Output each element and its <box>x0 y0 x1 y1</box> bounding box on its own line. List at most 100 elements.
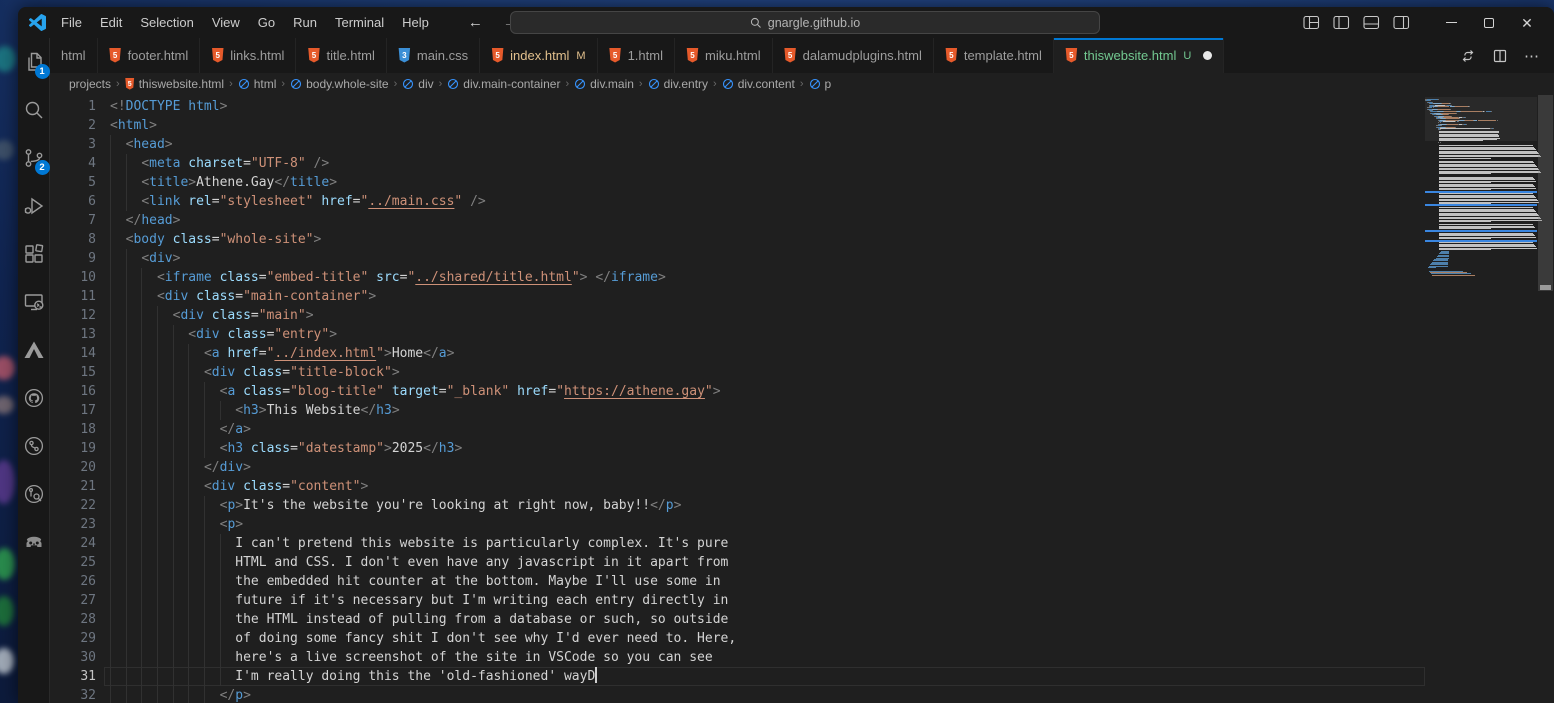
code-line-24[interactable]: 24I can't pretend this website is partic… <box>50 534 1425 553</box>
maximize-button[interactable] <box>1470 7 1508 38</box>
tab-footer.html[interactable]: 5footer.html <box>98 38 201 73</box>
code-line-27[interactable]: 27future if it's necessary but I'm writi… <box>50 591 1425 610</box>
breadcrumb-item-thiswebsite.html[interactable]: 5thiswebsite.html <box>124 77 225 91</box>
breadcrumb-item-div[interactable]: div <box>401 77 434 91</box>
activity-gitlens[interactable] <box>18 470 50 518</box>
minimize-button[interactable] <box>1432 7 1470 38</box>
activity-explorer[interactable]: 1 <box>18 38 50 86</box>
toggle-primary-sidebar-icon[interactable] <box>1333 15 1350 30</box>
breadcrumb-item-div.entry[interactable]: div.entry <box>647 77 709 91</box>
activity-a-extension[interactable] <box>18 326 50 374</box>
menu-view[interactable]: View <box>203 7 249 38</box>
menu-file[interactable]: File <box>52 7 91 38</box>
minimap[interactable] <box>1425 97 1537 703</box>
line-number: 23 <box>50 515 96 534</box>
code-line-5[interactable]: 5<title>Athene.Gay</title> <box>50 173 1425 192</box>
tab-main.css[interactable]: 3main.css <box>387 38 480 73</box>
tab-label: template.html <box>964 48 1042 63</box>
code-line-26[interactable]: 26the embedded hit counter at the bottom… <box>50 572 1425 591</box>
tab-links.html[interactable]: 5links.html <box>200 38 296 73</box>
line-number: 20 <box>50 458 96 477</box>
line-number: 6 <box>50 192 96 211</box>
breadcrumb-item-body.whole-site[interactable]: body.whole-site <box>289 77 390 91</box>
code-line-23[interactable]: 23<p> <box>50 515 1425 534</box>
line-number: 18 <box>50 420 96 439</box>
code-line-25[interactable]: 25HTML and CSS. I don't even have any ja… <box>50 553 1425 572</box>
back-arrow-icon[interactable]: ← <box>468 14 483 31</box>
code-line-1[interactable]: 1<!DOCTYPE html> <box>50 97 1425 116</box>
desktop-blob <box>0 140 14 160</box>
tab-html[interactable]: html <box>50 38 98 73</box>
code-line-12[interactable]: 12<div class="main"> <box>50 306 1425 325</box>
code-line-30[interactable]: 30here's a live screenshot of the site i… <box>50 648 1425 667</box>
vertical-scrollbar[interactable] <box>1537 95 1554 703</box>
code-line-6[interactable]: 6<link rel="stylesheet" href="../main.cs… <box>50 192 1425 211</box>
toggle-secondary-sidebar-icon[interactable] <box>1393 15 1410 30</box>
line-number: 14 <box>50 344 96 363</box>
code-line-9[interactable]: 9<div> <box>50 249 1425 268</box>
tab-template.html[interactable]: 5template.html <box>934 38 1054 73</box>
code-line-2[interactable]: 2<html> <box>50 116 1425 135</box>
activity-search[interactable] <box>18 86 50 134</box>
code-editor[interactable]: 1<!DOCTYPE html>2<html>3<head>4<meta cha… <box>50 95 1554 703</box>
breadcrumb-item-div.main-container[interactable]: div.main-container <box>446 77 561 91</box>
menu-run[interactable]: Run <box>284 7 326 38</box>
breadcrumb-item-html[interactable]: html <box>237 77 278 91</box>
activity-godot-tools[interactable] <box>18 518 50 566</box>
menu-edit[interactable]: Edit <box>91 7 131 38</box>
line-number: 30 <box>50 648 96 667</box>
code-line-11[interactable]: 11<div class="main-container"> <box>50 287 1425 306</box>
code-line-4[interactable]: 4<meta charset="UTF-8" /> <box>50 154 1425 173</box>
activity-run-debug[interactable] <box>18 182 50 230</box>
code-line-15[interactable]: 15<div class="title-block"> <box>50 363 1425 382</box>
code-line-14[interactable]: 14<a href="../index.html">Home</a> <box>50 344 1425 363</box>
code-line-20[interactable]: 20</div> <box>50 458 1425 477</box>
activity-github[interactable] <box>18 374 50 422</box>
tab-1.html[interactable]: 51.html <box>598 38 675 73</box>
code-line-8[interactable]: 8<body class="whole-site"> <box>50 230 1425 249</box>
html-file-icon: 5 <box>307 48 320 63</box>
code-line-19[interactable]: 19<h3 class="datestamp">2025</h3> <box>50 439 1425 458</box>
code-line-17[interactable]: 17<h3>This Website</h3> <box>50 401 1425 420</box>
code-line-31[interactable]: 31I'm really doing this the 'old-fashion… <box>50 667 1425 686</box>
code-line-22[interactable]: 22<p>It's the website you're looking at … <box>50 496 1425 515</box>
code-line-16[interactable]: 16<a class="blog-title" target="_blank" … <box>50 382 1425 401</box>
code-line-32[interactable]: 32</p> <box>50 686 1425 703</box>
code-line-3[interactable]: 3<head> <box>50 135 1425 154</box>
line-number: 21 <box>50 477 96 496</box>
html-file-icon: 5 <box>686 48 699 63</box>
breadcrumb-item-p[interactable]: p <box>808 77 833 91</box>
menu-go[interactable]: Go <box>249 7 284 38</box>
tab-index.html[interactable]: 5index.htmlM <box>480 38 597 73</box>
toggle-panel-icon[interactable] <box>1363 15 1380 30</box>
activity-extensions[interactable] <box>18 230 50 278</box>
activity-commit-graph[interactable] <box>18 422 50 470</box>
more-actions-icon[interactable]: ⋯ <box>1524 47 1540 65</box>
customize-layout-icon[interactable] <box>1303 15 1320 30</box>
breadcrumb-item-div.main[interactable]: div.main <box>573 77 635 91</box>
tab-thiswebsite.html[interactable]: 5thiswebsite.htmlU <box>1054 38 1224 73</box>
menu-help[interactable]: Help <box>393 7 438 38</box>
menu-terminal[interactable]: Terminal <box>326 7 393 38</box>
breadcrumb-item-div.content[interactable]: div.content <box>721 77 796 91</box>
code-line-10[interactable]: 10<iframe class="embed-title" src="../sh… <box>50 268 1425 287</box>
activity-source-control[interactable]: 2 <box>18 134 50 182</box>
activity-remote-explorer[interactable] <box>18 278 50 326</box>
menu-selection[interactable]: Selection <box>131 7 202 38</box>
close-button[interactable]: ✕ <box>1508 7 1546 38</box>
code-line-21[interactable]: 21<div class="content"> <box>50 477 1425 496</box>
dirty-indicator-dot[interactable] <box>1203 51 1212 60</box>
code-line-13[interactable]: 13<div class="entry"> <box>50 325 1425 344</box>
code-line-7[interactable]: 7</head> <box>50 211 1425 230</box>
code-line-29[interactable]: 29of doing some fancy shit I don't see w… <box>50 629 1425 648</box>
open-changes-icon[interactable] <box>1460 48 1476 64</box>
split-editor-icon[interactable] <box>1492 48 1508 64</box>
code-line-18[interactable]: 18</a> <box>50 420 1425 439</box>
breadcrumb-item-projects[interactable]: projects <box>68 77 112 91</box>
tab-dalamudplugins.html[interactable]: 5dalamudplugins.html <box>773 38 934 73</box>
code-line-28[interactable]: 28the HTML instead of pulling from a dat… <box>50 610 1425 629</box>
command-center-search[interactable]: gnargle.github.io <box>510 11 1100 34</box>
scrollbar-slider[interactable] <box>1538 95 1553 291</box>
tab-miku.html[interactable]: 5miku.html <box>675 38 773 73</box>
tab-title.html[interactable]: 5title.html <box>296 38 386 73</box>
